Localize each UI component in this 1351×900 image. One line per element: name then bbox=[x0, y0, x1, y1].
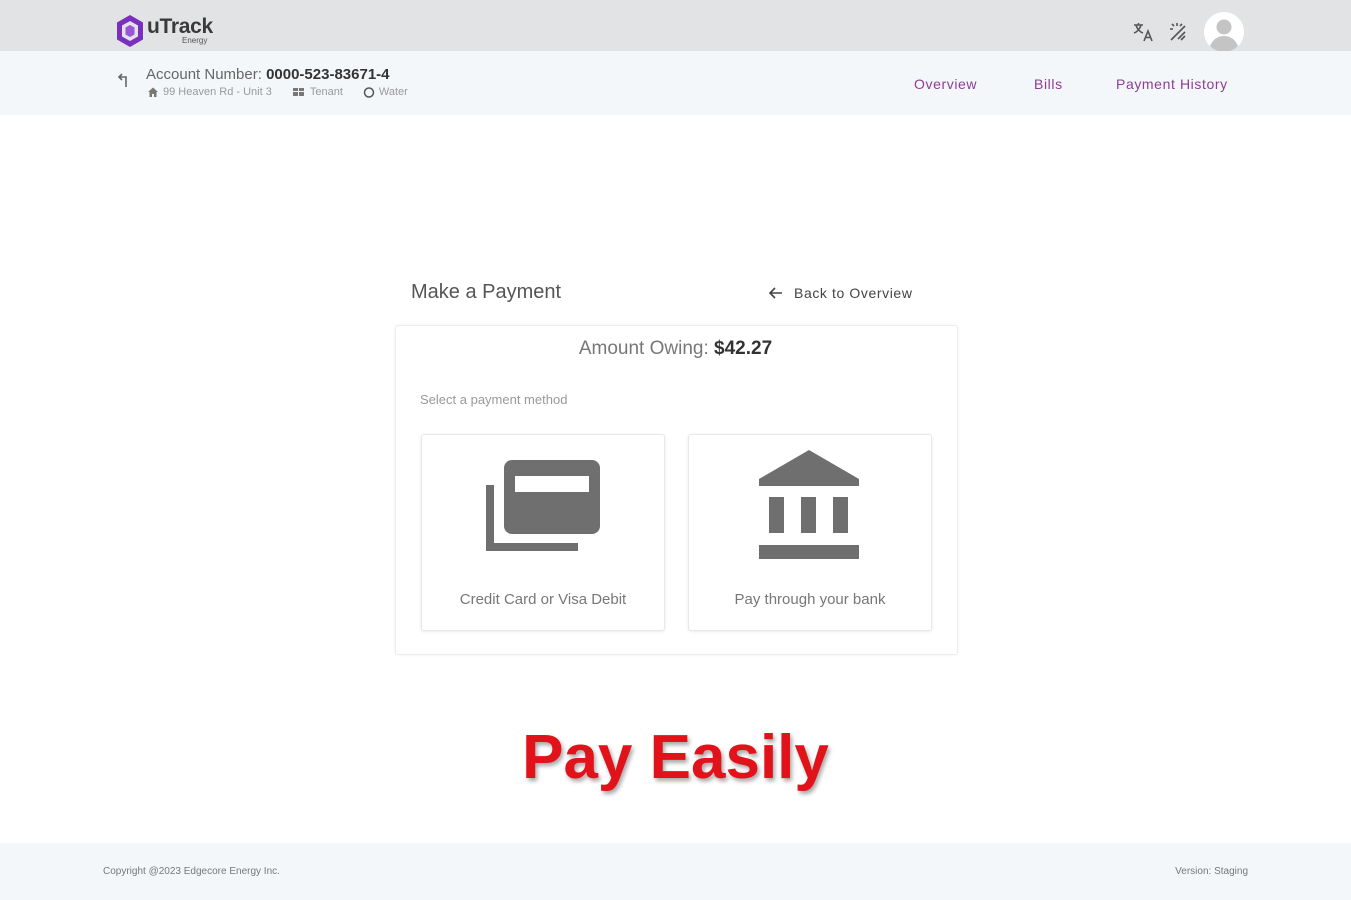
copyright-text: Copyright @2023 Edgecore Energy Inc. bbox=[103, 866, 280, 877]
return-arrow-icon[interactable] bbox=[116, 70, 136, 90]
account-number-value: 0000-523-83671-4 bbox=[266, 66, 390, 83]
address-text: 99 Heaven Rd - Unit 3 bbox=[163, 86, 272, 98]
display-settings-icon[interactable] bbox=[1166, 20, 1190, 44]
credit-card-icon bbox=[486, 460, 600, 551]
tab-overview[interactable]: Overview bbox=[914, 76, 977, 92]
amount-owing: Amount Owing: $42.27 bbox=[0, 338, 1351, 360]
credit-card-option[interactable]: Credit Card or Visa Debit bbox=[421, 434, 665, 631]
account-number: Account Number: 0000-523-83671-4 bbox=[146, 66, 390, 83]
avatar[interactable] bbox=[1204, 12, 1244, 52]
role-item: Tenant bbox=[292, 86, 343, 98]
bank-option[interactable]: Pay through your bank bbox=[688, 434, 932, 631]
people-icon bbox=[292, 88, 304, 96]
user-icon bbox=[1204, 12, 1244, 52]
amount-owing-value: $42.27 bbox=[714, 338, 773, 359]
back-to-overview-label: Back to Overview bbox=[794, 285, 913, 301]
arrow-left-icon bbox=[768, 287, 782, 299]
version-text: Version: Staging bbox=[1175, 866, 1248, 877]
page-title: Make a Payment bbox=[411, 281, 562, 303]
promo-headline: Pay Easily bbox=[522, 723, 829, 792]
logo-hexagon-icon bbox=[117, 15, 143, 47]
amount-owing-label: Amount Owing: bbox=[578, 338, 709, 359]
account-meta: 99 Heaven Rd - Unit 3 Tenant Water bbox=[147, 86, 428, 98]
account-number-label: Account Number: bbox=[146, 66, 262, 83]
translate-icon[interactable] bbox=[1131, 20, 1155, 44]
bank-label: Pay through your bank bbox=[734, 591, 886, 608]
role-text: Tenant bbox=[309, 86, 343, 98]
top-bar: uTrack Energy bbox=[0, 0, 1351, 52]
logo-subtext: Energy bbox=[182, 36, 208, 45]
credit-card-label: Credit Card or Visa Debit bbox=[459, 591, 627, 608]
home-icon bbox=[148, 87, 158, 97]
tab-bills[interactable]: Bills bbox=[1034, 76, 1063, 92]
back-to-overview-link[interactable]: Back to Overview bbox=[768, 285, 913, 301]
address-item: 99 Heaven Rd - Unit 3 bbox=[147, 86, 272, 98]
bank-icon bbox=[759, 450, 859, 559]
service-item: Water bbox=[363, 86, 408, 98]
service-text: Water bbox=[378, 86, 408, 98]
select-method-label: Select a payment method bbox=[420, 392, 568, 407]
tab-payment-history[interactable]: Payment History bbox=[1116, 76, 1228, 92]
water-drop-icon bbox=[363, 87, 375, 98]
